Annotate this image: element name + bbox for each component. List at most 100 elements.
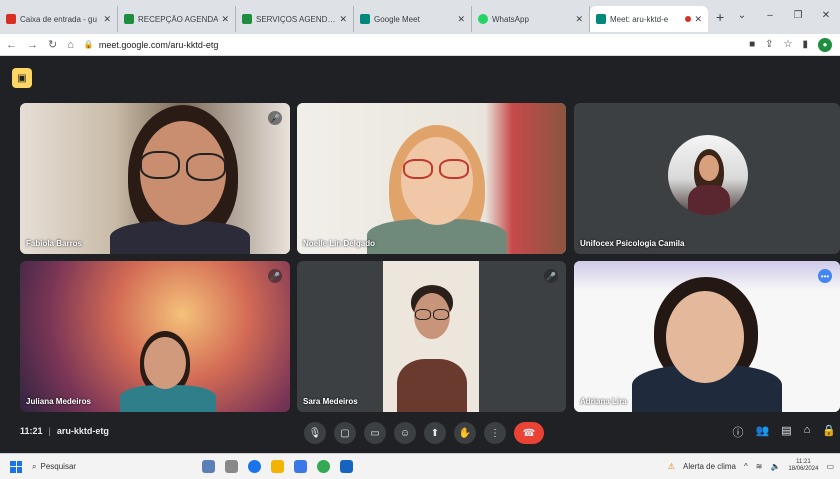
mail-icon[interactable] — [340, 460, 353, 473]
tray-chevron-icon[interactable]: ^ — [744, 462, 748, 471]
back-button[interactable]: ← — [6, 39, 17, 51]
tab-title: WhatsApp — [492, 14, 529, 24]
widgets-icon[interactable] — [202, 460, 215, 473]
clock-date: 18/06/2024 — [788, 466, 819, 472]
window-controls: ⌄ – ❐ ✕ — [728, 0, 840, 30]
wifi-icon[interactable]: ≋ — [756, 462, 763, 471]
tab-title: RECEPÇÃO AGENDA — [138, 14, 219, 24]
close-icon[interactable]: ✕ — [339, 14, 347, 25]
present-button[interactable]: ⬆ — [424, 422, 446, 444]
meeting-code: aru-kktd-etg — [56, 426, 109, 436]
restore-button[interactable]: ❐ — [784, 10, 812, 21]
url-field[interactable]: 🔒 meet.google.com/aru-kktd-etg — [84, 40, 749, 50]
windows-taskbar: ⌕ Pesquisar ⚠ Alerta de clima ^ ≋ 🔈 11:2… — [0, 453, 840, 479]
volume-icon[interactable]: 🔈 — [770, 462, 780, 471]
participant-tile[interactable]: ••• Adriana Lira — [574, 261, 840, 412]
search-icon: ⌕ — [32, 461, 37, 471]
meet-icon — [360, 14, 370, 24]
participant-name: Fabiola Barros — [26, 239, 83, 248]
meet-stage: ▣ 🎤 Fabiola Barros Noelle Lin Delgado Un… — [0, 56, 840, 453]
sidepanel-icon[interactable]: ▮ — [802, 39, 808, 50]
mic-off-icon: 🎤 — [268, 269, 282, 283]
close-icon[interactable]: ✕ — [221, 14, 229, 25]
participant-name: Unifocex Psicologia Camila — [580, 239, 685, 248]
file-explorer-icon[interactable] — [271, 460, 284, 473]
emoji-button[interactable]: ☺ — [394, 422, 416, 444]
close-icon[interactable]: ✕ — [103, 14, 111, 25]
host-controls-lock-icon[interactable]: 🔒 — [822, 424, 836, 440]
meeting-details: 11:21 | aru-kktd-etg — [20, 426, 109, 436]
avatar — [668, 135, 748, 215]
taskbar-clock[interactable]: 11:21 18/06/2024 — [788, 459, 818, 473]
gmail-icon — [6, 14, 16, 24]
meeting-time: 11:21 — [20, 426, 43, 436]
taskbar-search[interactable]: ⌕ Pesquisar — [32, 462, 122, 472]
raise-hand-button[interactable]: ✋ — [454, 422, 476, 444]
mic-off-icon: 🎤 — [544, 269, 558, 283]
glasses — [186, 153, 226, 181]
star-icon[interactable]: ☆ — [784, 39, 793, 50]
chrome-icon[interactable] — [317, 460, 330, 473]
glasses — [140, 151, 180, 179]
meet-control-bar: 11:21 | aru-kktd-etg 🎙 ▢ ▭ ☺ ⬆ ✋ ⋮ ☎ ⓘ 👥… — [0, 412, 840, 453]
chevron-down-icon[interactable]: ⌄ — [728, 10, 756, 21]
chat-icon[interactable]: ▤ — [781, 424, 791, 440]
glasses — [439, 159, 469, 179]
microphone-button[interactable]: 🎙 — [304, 422, 326, 444]
activities-icon[interactable]: ⌂ — [804, 424, 811, 440]
info-icon[interactable]: ⓘ — [733, 424, 744, 440]
leave-call-button[interactable]: ☎ — [514, 422, 544, 444]
weather-alert-label[interactable]: Alerta de clima — [683, 462, 736, 471]
camera-button[interactable]: ▢ — [334, 422, 356, 444]
browser-toolbar: ■ ⇪ ☆ ▮ ● — [749, 37, 832, 52]
host-controls-icon[interactable]: ▣ — [12, 68, 32, 88]
face — [666, 291, 744, 383]
meeting-tools: ⓘ 👥 ▤ ⌂ 🔒 — [733, 424, 836, 440]
participant-name: Juliana Medeiros — [26, 397, 91, 406]
weather-alert-icon[interactable]: ⚠ — [668, 462, 675, 471]
tab-meet-active[interactable]: Meet: aru-kktd-e ✕ — [590, 6, 708, 32]
edge-icon[interactable] — [248, 460, 261, 473]
participant-tile[interactable]: 🎤 Fabiola Barros — [20, 103, 290, 254]
participant-tile[interactable]: Noelle Lin Delgado — [297, 103, 566, 254]
participant-name: Adriana Lira — [580, 397, 627, 406]
tab-title: Google Meet — [374, 14, 420, 24]
forward-button[interactable]: → — [27, 39, 38, 51]
avatar[interactable]: ● — [818, 37, 832, 52]
captions-button[interactable]: ▭ — [364, 422, 386, 444]
glasses — [403, 159, 433, 179]
face — [401, 137, 473, 225]
people-icon[interactable]: 👥 — [756, 424, 770, 440]
close-icon[interactable]: ✕ — [575, 14, 583, 25]
search-label: Pesquisar — [40, 462, 77, 471]
home-button[interactable]: ⌂ — [67, 39, 74, 51]
tab-whatsapp[interactable]: WhatsApp ✕ — [472, 6, 590, 32]
more-options-button[interactable]: ⋮ — [484, 422, 506, 444]
browser-tab-strip: Caixa de entrada - gu ✕ RECEPÇÃO AGENDA … — [0, 0, 840, 34]
url-text: meet.google.com/aru-kktd-etg — [98, 39, 219, 50]
notification-icon[interactable]: ▭ — [826, 462, 834, 471]
participant-tile[interactable]: Unifocex Psicologia Camila — [574, 103, 840, 254]
close-icon[interactable]: ✕ — [694, 14, 702, 25]
participant-tile[interactable]: 🎤 Sara Medeiros — [297, 261, 566, 412]
speaking-indicator-icon: ••• — [818, 269, 832, 283]
tab-gmail[interactable]: Caixa de entrada - gu ✕ — [0, 6, 118, 32]
tab-google-meet[interactable]: Google Meet ✕ — [354, 6, 472, 32]
task-view-icon[interactable] — [225, 460, 238, 473]
reload-button[interactable]: ↻ — [48, 38, 57, 51]
windows-start-icon[interactable] — [10, 460, 22, 473]
participant-tile[interactable]: 🎤 Juliana Medeiros — [20, 261, 290, 412]
close-window-button[interactable]: ✕ — [812, 10, 840, 21]
minimize-button[interactable]: – — [756, 10, 784, 21]
recording-dot-icon — [685, 16, 692, 22]
share-icon[interactable]: ⇪ — [765, 39, 773, 50]
store-icon[interactable] — [294, 460, 307, 473]
tab-recepcao[interactable]: RECEPÇÃO AGENDA ✕ — [118, 6, 236, 32]
close-icon[interactable]: ✕ — [457, 14, 465, 25]
tab-servicos[interactable]: SERVIÇOS AGENDAM ✕ — [236, 6, 354, 32]
new-tab-button[interactable]: + — [716, 9, 724, 25]
screen: Caixa de entrada - gu ✕ RECEPÇÃO AGENDA … — [0, 0, 840, 479]
lock-icon[interactable]: 🔒 — [84, 40, 94, 49]
taskbar-apps — [202, 460, 353, 473]
camera-icon[interactable]: ■ — [749, 39, 755, 50]
